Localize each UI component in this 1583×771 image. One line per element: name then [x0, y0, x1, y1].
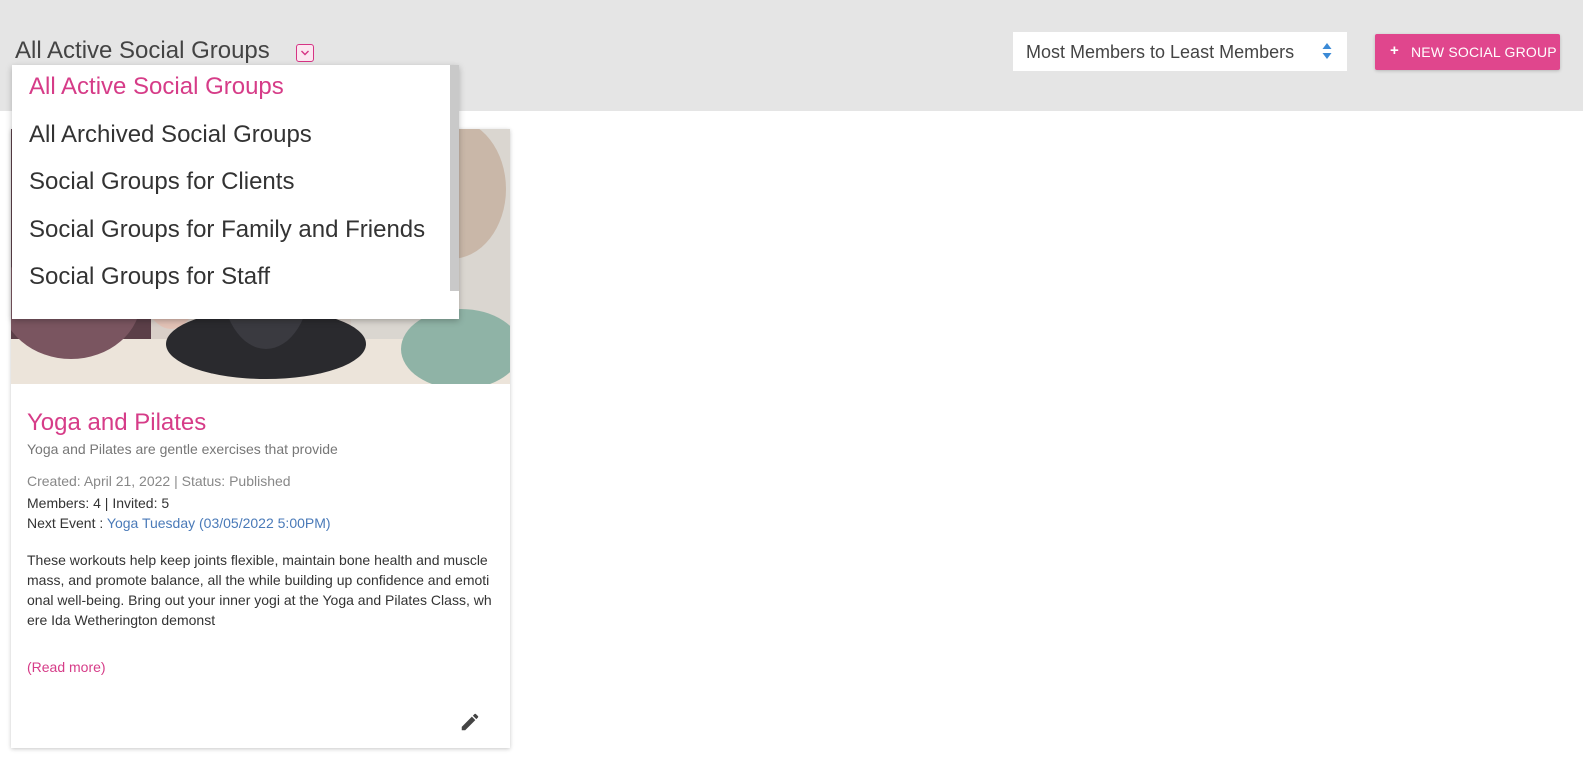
- members-invited-text: Members: 4 | Invited: 5: [27, 495, 170, 511]
- card-description: These workouts help keep joints flexible…: [27, 552, 492, 628]
- chevron-down-icon: [301, 50, 309, 56]
- filter-dropdown-toggle[interactable]: [296, 44, 314, 62]
- sort-select-value: Most Members to Least Members: [1026, 42, 1295, 62]
- card-subtitle: Yoga and Pilates are gentle exercises th…: [27, 441, 338, 457]
- filter-title[interactable]: All Active Social Groups: [15, 37, 270, 65]
- next-event-label: Next Event :: [27, 515, 107, 531]
- new-social-group-label: NEW SOCIAL GROUP: [1411, 44, 1557, 60]
- next-event-link[interactable]: Yoga Tuesday (03/05/2022 5:00PM): [107, 515, 331, 531]
- plus-icon: +: [1390, 42, 1399, 59]
- next-event-row: Next Event : Yoga Tuesday (03/05/2022 5:…: [27, 515, 331, 531]
- dropdown-item-all-active[interactable]: All Active Social Groups: [29, 73, 284, 101]
- new-social-group-button[interactable]: + NEW SOCIAL GROUP: [1375, 34, 1560, 70]
- card-title[interactable]: Yoga and Pilates: [27, 409, 206, 437]
- dropdown-item-family-friends[interactable]: Social Groups for Family and Friends: [29, 216, 425, 244]
- filter-dropdown-menu: All Active Social Groups All Archived So…: [12, 65, 459, 319]
- sort-arrows-icon: [1322, 43, 1332, 59]
- dropdown-item-staff[interactable]: Social Groups for Staff: [29, 263, 270, 291]
- dropdown-item-all-archived[interactable]: All Archived Social Groups: [29, 121, 312, 149]
- pencil-icon[interactable]: [459, 711, 481, 733]
- read-more-link[interactable]: (Read more): [27, 659, 106, 675]
- dropdown-item-clients[interactable]: Social Groups for Clients: [29, 168, 294, 196]
- dropdown-scrollbar[interactable]: [450, 65, 459, 291]
- created-status-text: Created: April 21, 2022 | Status: Publis…: [27, 473, 291, 489]
- sort-select[interactable]: Most Members to Least Members: [1013, 32, 1347, 71]
